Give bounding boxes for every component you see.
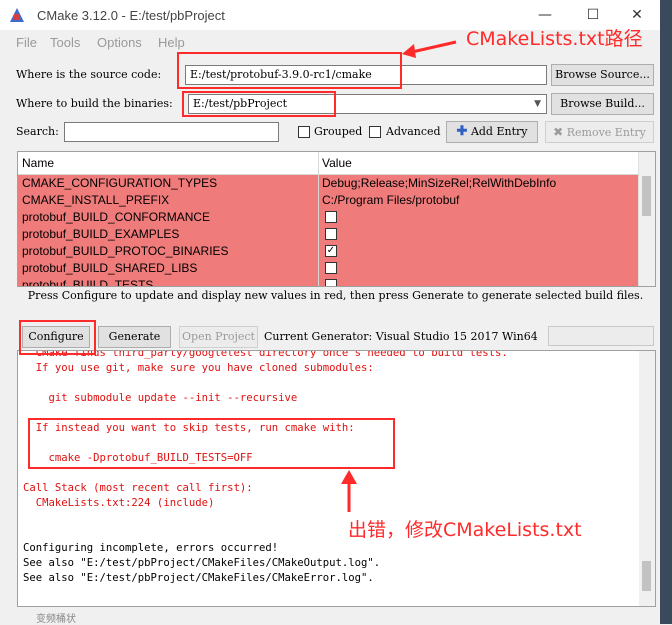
plus-icon: ✚ (456, 124, 468, 139)
annotation-box-build (182, 91, 336, 117)
row-name: protobuf_BUILD_TESTS (22, 278, 154, 287)
current-generator-text: Current Generator: Visual Studio 15 2017… (264, 330, 538, 343)
table-row[interactable]: protobuf_BUILD_SHARED_LIBS (18, 260, 638, 277)
table-row[interactable]: CMAKE_CONFIGURATION_TYPES Debug;Release;M… (18, 175, 638, 192)
annotation-text-error-note: 出错，修改CMakeLists.txt (348, 519, 582, 541)
table-row[interactable]: protobuf_BUILD_CONFORMANCE (18, 209, 638, 226)
row-name: CMAKE_INSTALL_PREFIX (22, 193, 170, 207)
annotation-box-skip-tests (28, 418, 395, 469)
menu-help[interactable]: Help (158, 35, 185, 50)
add-entry-button[interactable]: ✚ Add Entry (446, 121, 538, 143)
output-line: See also "E:/test/pbProject/CMakeFiles/C… (23, 572, 374, 584)
menu-options[interactable]: Options (97, 35, 142, 50)
output-line: CMakeLists.txt:224 (include) (23, 497, 215, 509)
table-row[interactable]: CMAKE_INSTALL_PREFIX C:/Program Files/pro… (18, 192, 638, 209)
table-row[interactable]: protobuf_BUILD_TESTS (18, 277, 638, 287)
table-row[interactable]: protobuf_BUILD_EXAMPLES (18, 226, 638, 243)
window-title: CMake 3.12.0 - E:/test/pbProject (37, 8, 225, 23)
row-name: protobuf_BUILD_SHARED_LIBS (22, 261, 198, 275)
column-header-value[interactable]: Value (322, 156, 352, 170)
add-entry-label: Add Entry (470, 125, 528, 138)
open-project-button[interactable]: Open Project (179, 326, 258, 348)
table-rows: CMAKE_CONFIGURATION_TYPES Debug;Release;M… (18, 175, 638, 287)
output-line: Configuring incomplete, errors occurred! (23, 542, 279, 554)
column-divider (318, 152, 319, 286)
table-row[interactable]: protobuf_BUILD_PROTOC_BINARIES ✓ (18, 243, 638, 260)
row-name: CMAKE_CONFIGURATION_TYPES (22, 176, 218, 190)
row-value[interactable]: C:/Program Files/protobuf (322, 193, 459, 207)
output-line: If you use git, make sure you have clone… (23, 362, 374, 374)
output-line: See also "E:/test/pbProject/CMakeFiles/C… (23, 557, 381, 569)
grouped-checkbox[interactable] (298, 126, 310, 138)
row-value-checkbox[interactable]: ✓ (325, 245, 337, 257)
column-header-name[interactable]: Name (22, 156, 54, 170)
remove-entry-button[interactable]: ✖ Remove Entry (545, 121, 654, 143)
row-name: protobuf_BUILD_CONFORMANCE (22, 210, 211, 224)
annotation-arrow-error-icon (341, 470, 357, 512)
row-value-checkbox[interactable] (325, 211, 337, 223)
cmake-logo-icon (10, 8, 24, 22)
generate-button[interactable]: Generate (98, 326, 171, 348)
source-label: Where is the source code: (16, 68, 162, 81)
remove-entry-label: Remove Entry (566, 126, 646, 139)
output-line: git submodule update --init --recursive (23, 392, 298, 404)
row-value-checkbox[interactable] (325, 262, 337, 274)
search-input[interactable] (64, 122, 279, 142)
row-value[interactable]: Debug;Release;MinSizeRel;RelWithDebInfo (322, 176, 556, 190)
grouped-label: Grouped (314, 125, 363, 138)
advanced-checkbox[interactable] (369, 126, 381, 138)
browse-source-button[interactable]: Browse Source... (551, 64, 654, 86)
row-value-checkbox[interactable] (325, 228, 337, 240)
status-text: 变频桶状 (36, 614, 76, 625)
annotation-text-cmakelists-path: CMakeLists.txt路径 (466, 28, 643, 50)
table-scroll-thumb[interactable] (642, 176, 651, 216)
row-value-checkbox[interactable] (325, 279, 337, 286)
output-scroll-thumb[interactable] (642, 561, 651, 591)
cache-table: Name Value CMAKE_CONFIGURATION_TYPES Debu… (17, 151, 656, 287)
menu-file[interactable]: File (16, 35, 37, 50)
output-line: Call Stack (most recent call first): (23, 482, 253, 494)
annotation-box-source (177, 52, 402, 89)
table-header: Name Value (18, 152, 638, 175)
row-name: protobuf_BUILD_PROTOC_BINARIES (22, 244, 229, 258)
output-scrollbar[interactable] (639, 351, 655, 606)
annotation-arrow-source-icon (402, 40, 457, 58)
remove-icon: ✖ (553, 125, 564, 139)
row-name: protobuf_BUILD_EXAMPLES (22, 227, 180, 241)
build-label: Where to build the binaries: (16, 97, 173, 110)
search-label: Search: (16, 125, 59, 138)
menu-tools[interactable]: Tools (50, 35, 80, 50)
status-bar: 变频桶状 (0, 608, 660, 625)
advanced-label: Advanced (386, 125, 441, 138)
configure-info-text: Press Configure to update and display ne… (27, 289, 644, 302)
progress-bar (548, 326, 654, 346)
chevron-down-icon[interactable]: ▼ (534, 95, 541, 113)
annotation-box-configure (19, 320, 96, 355)
table-scrollbar[interactable] (638, 152, 655, 286)
desktop-background (660, 0, 672, 624)
browse-build-button[interactable]: Browse Build... (551, 93, 654, 115)
